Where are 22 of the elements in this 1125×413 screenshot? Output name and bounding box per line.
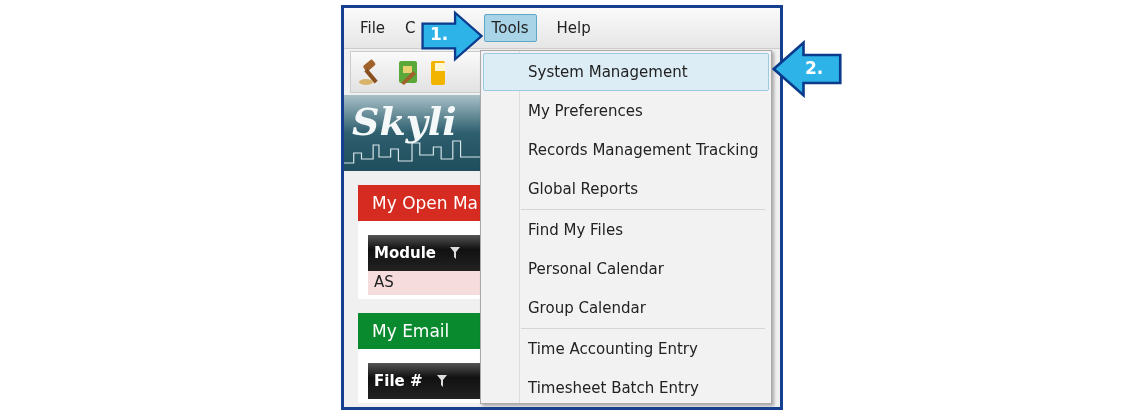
column-header[interactable]: Module bbox=[368, 235, 480, 271]
menu-item[interactable]: System Management bbox=[483, 53, 769, 91]
menu-item[interactable]: My Preferences bbox=[483, 92, 769, 130]
filter-icon[interactable] bbox=[436, 375, 447, 387]
panel-header: My Email bbox=[358, 313, 480, 349]
menu-item[interactable]: Records Management Tracking bbox=[483, 131, 769, 169]
menu-item[interactable]: Help bbox=[548, 14, 599, 42]
menu-item[interactable]: Personal Calendar bbox=[483, 250, 769, 288]
menu-item[interactable]: Timesheet Batch Entry bbox=[483, 369, 769, 407]
menu-item[interactable]: Global Reports bbox=[483, 170, 769, 208]
step-label: 2. bbox=[805, 58, 824, 78]
menu-item[interactable]: Tools bbox=[483, 14, 537, 42]
table-cell: AS bbox=[368, 271, 480, 295]
menu-item[interactable]: C bbox=[397, 14, 424, 42]
menu-item[interactable]: Find My Files bbox=[483, 211, 769, 249]
menu-item[interactable]: Time Accounting Entry bbox=[483, 330, 769, 368]
step-label: 1. bbox=[430, 24, 449, 44]
filter-icon[interactable] bbox=[449, 247, 460, 259]
menu-item[interactable]: Group Calendar bbox=[483, 289, 769, 327]
panel-header: My Open Ma bbox=[358, 185, 480, 221]
menu-item[interactable]: File bbox=[352, 14, 394, 42]
column-header[interactable]: File # bbox=[368, 363, 480, 399]
